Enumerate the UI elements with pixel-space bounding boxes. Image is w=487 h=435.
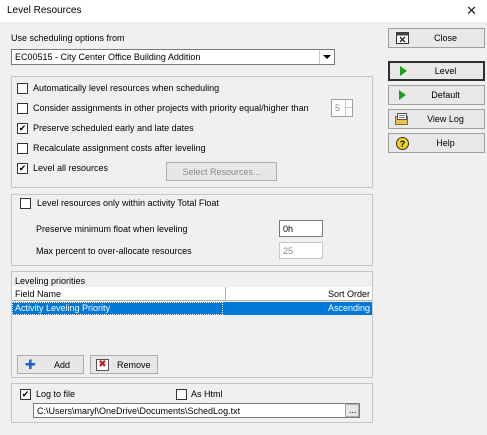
default-button[interactable]: Default: [388, 85, 485, 105]
help-button-label: Help: [436, 138, 455, 148]
select-resources-button[interactable]: Select Resources...: [166, 162, 277, 181]
recalc-costs-checkbox[interactable]: [17, 143, 28, 154]
priorities-grid-header: Field Name Sort Order: [12, 287, 372, 301]
column-header-sort-order[interactable]: Sort Order: [328, 289, 370, 299]
checkmark-icon: ✔: [18, 163, 27, 173]
scheduling-options-select[interactable]: EC00515 - City Center Office Building Ad…: [11, 49, 335, 65]
log-to-file-checkbox[interactable]: ✔: [20, 389, 31, 400]
consider-assignments-label: Consider assignments in other projects w…: [33, 103, 309, 113]
browse-button[interactable]: ...: [345, 404, 359, 417]
select-resources-label: Select Resources...: [182, 167, 261, 177]
log-path-input[interactable]: C:\Users\maryl\OneDrive\Documents\SchedL…: [33, 403, 360, 418]
plus-icon: ✚: [25, 357, 36, 372]
leveling-priorities-title: Leveling priorities: [15, 276, 86, 286]
checkmark-icon: ✔: [21, 389, 30, 399]
max-percent-label: Max percent to over-allocate resources: [36, 246, 192, 256]
auto-level-checkbox[interactable]: [17, 83, 28, 94]
scheduling-options-value: EC00515 - City Center Office Building Ad…: [15, 52, 201, 62]
add-priority-label: Add: [54, 360, 71, 370]
column-divider: [225, 287, 226, 301]
remove-priority-label: Remove: [117, 360, 151, 370]
min-float-label: Preserve minimum float when leveling: [36, 224, 188, 234]
svg-text:?: ?: [399, 139, 405, 149]
max-percent-input[interactable]: 25: [279, 242, 323, 259]
view-log-button-label: View Log: [427, 114, 464, 124]
scheduling-options-label: Use scheduling options from: [11, 33, 125, 43]
priority-spinner-value: 5: [335, 103, 341, 113]
table-row[interactable]: Activity Leveling Priority Ascending: [12, 302, 372, 315]
row-sort-order[interactable]: Ascending: [328, 303, 370, 313]
window-title: Level Resources: [7, 5, 82, 16]
min-float-value: 0h: [283, 224, 294, 234]
chevron-down-icon[interactable]: [319, 50, 334, 64]
help-button[interactable]: ? Help: [388, 133, 485, 153]
max-percent-value: 25: [283, 246, 294, 256]
view-log-button[interactable]: View Log: [388, 109, 485, 129]
column-header-field-name[interactable]: Field Name: [15, 289, 61, 299]
as-html-label: As Html: [191, 389, 223, 399]
play-icon: [395, 89, 409, 101]
row-field-name: Activity Leveling Priority: [15, 303, 111, 313]
play-icon: [396, 65, 410, 77]
spinner-down-icon[interactable]: [345, 108, 352, 116]
auto-level-label: Automatically level resources when sched…: [33, 83, 220, 93]
delete-icon: ✖: [96, 359, 109, 371]
close-button-label: Close: [433, 33, 457, 43]
within-total-float-checkbox[interactable]: [20, 198, 31, 209]
log-to-file-label: Log to file: [36, 389, 76, 399]
add-priority-button[interactable]: ✚ Add: [17, 355, 84, 374]
level-button[interactable]: Level: [388, 61, 485, 81]
window-close-icon[interactable]: ✕: [466, 3, 477, 19]
level-button-label: Level: [434, 66, 457, 76]
close-button[interactable]: Close: [388, 28, 485, 48]
title-bar: Level Resources ✕: [0, 0, 487, 22]
help-icon: ?: [395, 136, 409, 150]
priorities-grid: Field Name Sort Order Activity Leveling …: [12, 287, 372, 344]
preserve-dates-label: Preserve scheduled early and late dates: [33, 123, 194, 133]
browse-label: ...: [349, 405, 357, 415]
as-html-checkbox[interactable]: [176, 389, 187, 400]
within-total-float-label: Level resources only within activity Tot…: [37, 198, 219, 208]
remove-priority-button[interactable]: ✖ Remove: [90, 355, 158, 374]
preserve-dates-checkbox[interactable]: ✔: [17, 123, 28, 134]
level-all-checkbox[interactable]: ✔: [17, 163, 28, 174]
consider-assignments-checkbox[interactable]: [17, 103, 28, 114]
recalc-costs-label: Recalculate assignment costs after level…: [33, 143, 206, 153]
priority-spinner[interactable]: 5: [331, 99, 353, 117]
close-window-icon: [395, 32, 409, 44]
level-all-label: Level all resources: [33, 163, 109, 173]
log-file-icon: [395, 113, 409, 125]
spinner-up-icon[interactable]: [345, 100, 352, 108]
checkmark-icon: ✔: [18, 123, 27, 133]
log-path-value: C:\Users\maryl\OneDrive\Documents\SchedL…: [37, 406, 241, 416]
default-button-label: Default: [431, 90, 460, 100]
min-float-input[interactable]: 0h: [279, 220, 323, 237]
